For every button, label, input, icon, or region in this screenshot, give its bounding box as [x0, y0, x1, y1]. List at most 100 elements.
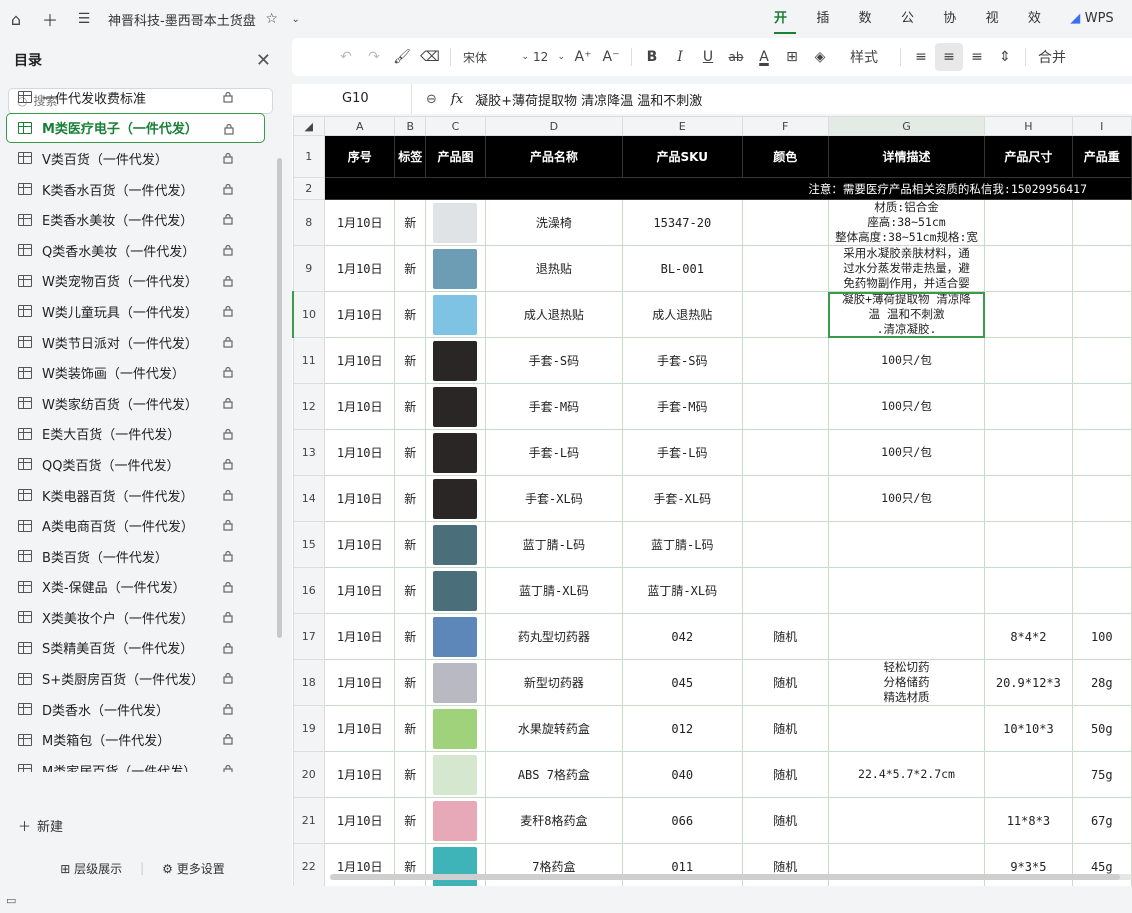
underline-icon[interactable]: U [694, 43, 722, 71]
cell-weight[interactable] [1071, 521, 1132, 568]
cell-size[interactable]: 20.9*12*3 [984, 659, 1073, 706]
sidebar-item-14[interactable]: A类电商百货（一件代发） [0, 510, 275, 541]
cell-sku[interactable]: 手套-L码 [621, 429, 743, 476]
cell-product-image[interactable] [425, 383, 486, 430]
cell-weight[interactable]: 67g [1071, 797, 1132, 844]
cell-tag[interactable]: 新 [394, 199, 427, 246]
cell-date[interactable]: 1月10日 [324, 613, 396, 660]
cell-description[interactable]: 采用水凝胶亲肤材料，通 过水分蒸发带走热量，避 免药物副作用，并适合婴 [827, 245, 986, 292]
new-sheet-button[interactable]: ＋ 新建 [18, 816, 63, 835]
cell-product-image[interactable] [425, 705, 486, 752]
cell-tag[interactable]: 新 [394, 475, 427, 522]
cell-product-name[interactable]: 手套-S码 [484, 337, 623, 384]
font-size-select[interactable]: 12 ⌄ [529, 43, 569, 71]
cell-sku[interactable]: BL-001 [621, 245, 743, 292]
header-cell[interactable]: 序号 [324, 135, 396, 178]
cell-sku[interactable]: 066 [621, 797, 743, 844]
cell-product-name[interactable]: 麦秆8格药盒 [484, 797, 623, 844]
cell-product-name[interactable]: 蓝丁腈-L码 [484, 521, 623, 568]
column-header-H[interactable]: H [984, 116, 1073, 136]
cell-tag[interactable]: 新 [394, 521, 427, 568]
cell-sku[interactable]: 040 [621, 751, 743, 798]
cell-product-image[interactable] [425, 797, 486, 844]
product-thumbnail[interactable] [433, 432, 478, 473]
cell-product-image[interactable] [425, 659, 486, 706]
row-header[interactable]: 21 [292, 797, 326, 844]
cell-weight[interactable]: 75g [1071, 751, 1132, 798]
row-header[interactable]: 22 [292, 843, 326, 886]
font-color-icon[interactable]: A [750, 43, 778, 71]
tab-wps-ai[interactable]: ◢ WPS AI [1060, 0, 1132, 64]
cell-color[interactable] [741, 521, 829, 568]
cell-tag[interactable]: 新 [394, 613, 427, 660]
cell-product-name[interactable]: 成人退热贴 [484, 291, 623, 338]
cell-description[interactable] [827, 613, 986, 660]
cell-description[interactable] [827, 567, 986, 614]
cell-product-name[interactable]: ABS 7格药盒 [484, 751, 623, 798]
merge-button[interactable]: 合并 [1032, 43, 1072, 71]
cell-size[interactable] [984, 567, 1073, 614]
cell-size[interactable] [984, 429, 1073, 476]
cell-description[interactable]: 凝胶+薄荷提取物 清凉降 温 温和不刺激 .清凉凝胶. [827, 291, 986, 338]
header-cell[interactable]: 产品名称 [484, 135, 623, 178]
product-thumbnail[interactable] [433, 524, 478, 565]
cell-tag[interactable]: 新 [394, 429, 427, 476]
row-header[interactable]: 18 [292, 659, 326, 706]
cell-product-image[interactable] [425, 245, 486, 292]
header-cell[interactable]: 标签 [394, 135, 427, 178]
product-thumbnail[interactable] [433, 754, 478, 795]
cell-weight[interactable] [1071, 199, 1132, 246]
eraser-icon[interactable]: ⌫ [416, 43, 444, 71]
cell-color[interactable]: 随机 [741, 705, 829, 752]
tab-formula[interactable]: 公式 [891, 0, 933, 64]
cell-size[interactable] [984, 291, 1073, 338]
fill-color-icon[interactable]: ◈ [806, 43, 834, 71]
italic-icon[interactable]: I [666, 43, 694, 71]
undo-icon[interactable]: ↶ [332, 43, 360, 71]
sidebar-item-16[interactable]: X类-保健品（一件代发） [0, 572, 275, 603]
header-cell[interactable]: 产品图 [425, 135, 486, 178]
sidebar-item-10[interactable]: W类家纺百货（一件代发） [0, 388, 275, 419]
cell-date[interactable]: 1月10日 [324, 383, 396, 430]
product-thumbnail[interactable] [433, 478, 478, 519]
cell-weight[interactable]: 50g [1071, 705, 1132, 752]
cell-color[interactable] [741, 567, 829, 614]
cell-description[interactable]: 22.4*5.7*2.7cm [827, 751, 986, 798]
sidebar-item-0[interactable]: 一件代发收费标准 [0, 82, 275, 113]
cell-size[interactable] [984, 521, 1073, 568]
sidebar-item-18[interactable]: S类精美百货（一件代发） [0, 633, 275, 664]
cell-product-name[interactable]: 新型切药器 [484, 659, 623, 706]
cell-product-image[interactable] [425, 521, 486, 568]
column-header-I[interactable]: I [1071, 116, 1132, 136]
cell-size[interactable] [984, 383, 1073, 430]
cell-sku[interactable]: 手套-M码 [621, 383, 743, 430]
row-header[interactable]: 12 [292, 383, 326, 430]
column-header-E[interactable]: E [621, 116, 743, 136]
cell-product-image[interactable] [425, 429, 486, 476]
sidebar-item-6[interactable]: W类宠物百货（一件代发） [0, 266, 275, 297]
format-painter-icon[interactable]: 🖌 [388, 43, 416, 71]
style-button[interactable]: 样式 [834, 43, 894, 71]
header-cell[interactable]: 产品SKU [621, 135, 743, 178]
cell-date[interactable]: 1月10日 [324, 337, 396, 384]
sidebar-item-8[interactable]: W类节日派对（一件代发） [0, 327, 275, 358]
cell-color[interactable]: 随机 [741, 797, 829, 844]
fx-icon[interactable]: fx [451, 92, 463, 107]
cell-sku[interactable]: 成人退热贴 [621, 291, 743, 338]
cell-sku[interactable]: 15347-20 [621, 199, 743, 246]
cell-description[interactable] [827, 797, 986, 844]
product-thumbnail[interactable] [433, 294, 478, 335]
star-icon[interactable]: ☆ [262, 5, 282, 33]
product-thumbnail[interactable] [433, 846, 478, 886]
cell-product-image[interactable] [425, 613, 486, 660]
sidebar-item-15[interactable]: B类百货（一件代发） [0, 541, 275, 572]
cell-weight[interactable]: 28g [1071, 659, 1132, 706]
cell-sku[interactable]: 蓝丁腈-L码 [621, 521, 743, 568]
sidebar-scrollbar[interactable] [277, 158, 282, 638]
cell-sku[interactable]: 045 [621, 659, 743, 706]
cell-weight[interactable]: 100 [1071, 613, 1132, 660]
redo-icon[interactable]: ↷ [360, 43, 388, 71]
cell-description[interactable]: 100只/包 [827, 337, 986, 384]
cell-description[interactable]: 100只/包 [827, 383, 986, 430]
cell-size[interactable]: 8*4*2 [984, 613, 1073, 660]
